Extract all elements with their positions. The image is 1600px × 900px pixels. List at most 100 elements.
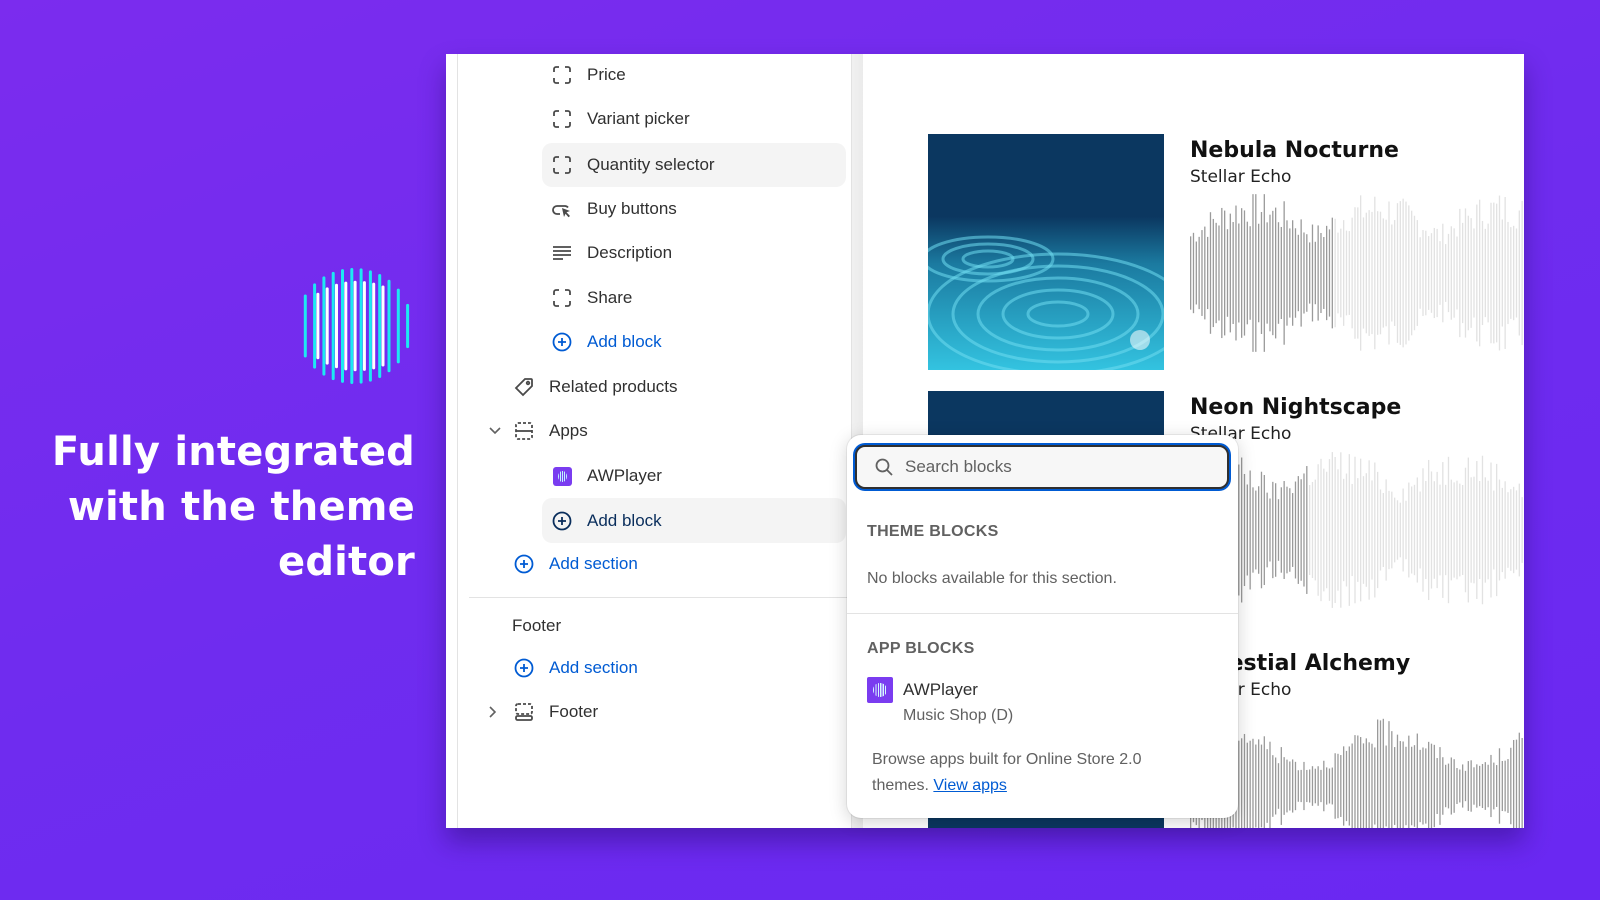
waveform-bar (1303, 761, 1305, 811)
waveform-bar (1377, 719, 1379, 828)
waveform-bar (1294, 228, 1297, 318)
waveform-bar (1260, 212, 1263, 334)
block-item-description[interactable]: Description (542, 232, 846, 274)
add-section-button[interactable]: Add section (504, 543, 844, 585)
waveform-bar (1402, 488, 1404, 572)
waveform-bar (1428, 236, 1430, 310)
album-cover (928, 134, 1164, 370)
waveform[interactable] (1190, 703, 1524, 828)
logo-bar (303, 294, 307, 358)
waveform-bar (1309, 242, 1311, 304)
waveform-bar (1238, 464, 1240, 596)
waveform-bar (1317, 225, 1319, 321)
waveform-bar (1411, 210, 1413, 336)
block-item-share[interactable]: Share (542, 277, 846, 319)
section-apps[interactable]: Apps (504, 410, 844, 452)
waveform-bar (1394, 747, 1396, 825)
browse-apps-text: Browse apps built for Online Store 2.0 t… (872, 747, 1202, 799)
waveform-bar (1445, 484, 1447, 576)
waveform-bar (1416, 733, 1418, 828)
waveform-bar (1328, 229, 1331, 317)
waveform-bar (1277, 763, 1280, 809)
waveform-bar (1351, 483, 1353, 577)
waveform-bar (1314, 479, 1316, 581)
waveform-bar (1289, 761, 1291, 811)
theme-blocks-heading: THEME BLOCKS (867, 523, 999, 540)
plus-circle-icon (513, 553, 535, 575)
waveform-bar (1249, 740, 1251, 828)
waveform-bar (1345, 230, 1348, 316)
waveform-bar (1277, 222, 1280, 324)
waveform-bar (1473, 767, 1475, 805)
block-dashed-icon (551, 108, 573, 130)
waveform-bar (1243, 733, 1246, 828)
waveform-bar (1246, 484, 1248, 576)
waveform-bar (1368, 460, 1370, 600)
apps-add-block-button[interactable]: Add block (542, 498, 846, 543)
waveform-bar (1306, 466, 1308, 594)
waveform-bar (1462, 764, 1464, 808)
waveform-bar (1501, 219, 1503, 327)
plus-circle-icon (551, 331, 573, 353)
waveform-bar (1275, 207, 1277, 339)
track-title: Neon Nightscape (1190, 395, 1402, 420)
waveform-bar (1221, 207, 1223, 339)
search-blocks-input[interactable] (905, 457, 1205, 477)
waveform-bar (1504, 197, 1506, 349)
block-item-variant-picker[interactable]: Variant picker (542, 98, 846, 140)
waveform-bar (1269, 741, 1271, 828)
waveform-bar (1320, 458, 1322, 602)
waveform-bar (1399, 741, 1401, 828)
waveform-bar (1269, 498, 1271, 562)
waveform-bar (1456, 236, 1458, 310)
text-align-icon (551, 242, 573, 264)
waveform-bar (1428, 741, 1430, 828)
waveform-bar (1467, 215, 1469, 331)
logo-bar (372, 282, 376, 370)
section-related-products[interactable]: Related products (504, 366, 844, 408)
block-item-quantity-selector[interactable]: Quantity selector (542, 143, 846, 187)
add-block-button[interactable]: Add block (542, 321, 846, 363)
waveform-bar (1459, 769, 1461, 803)
block-label: Price (587, 65, 626, 84)
waveform-bar (1309, 769, 1311, 803)
app-block-awplayer[interactable]: AWPlayer (542, 455, 846, 497)
waveform-bar (1379, 211, 1382, 335)
waveform-bar (1377, 471, 1379, 589)
view-apps-link[interactable]: View apps (933, 777, 1007, 794)
waveform-bar (1493, 490, 1495, 570)
search-field[interactable] (855, 445, 1229, 489)
logo-bar (313, 283, 317, 369)
waveform-bar (1518, 483, 1520, 577)
waveform-bar (1368, 742, 1370, 828)
chevron-down-icon[interactable] (488, 410, 502, 452)
logo-bar (406, 303, 410, 349)
chevron-right-icon[interactable] (488, 691, 502, 733)
block-item-price[interactable]: Price (542, 54, 846, 96)
logo-bar (353, 280, 357, 372)
waveform-bar (1490, 754, 1492, 818)
waveform-bar (1385, 219, 1387, 327)
waveform-bar (1391, 731, 1393, 828)
logo-bar (316, 292, 320, 360)
headline: Fully integrated with the theme editor (35, 425, 415, 590)
waveform-bar (1425, 480, 1427, 580)
waveform-bar (1269, 214, 1271, 332)
waveform[interactable] (1190, 190, 1524, 356)
block-item-buy-buttons[interactable]: Buy buttons (542, 188, 846, 230)
footer-add-section-button[interactable]: Add section (504, 647, 844, 689)
waveform-bar (1266, 222, 1268, 324)
plus-circle-icon (513, 657, 535, 679)
waveform-bar (1422, 468, 1424, 592)
waveform-bar (1510, 489, 1512, 571)
waveform-bar (1476, 204, 1478, 342)
waveform-bar (1402, 741, 1404, 828)
waveform[interactable] (1190, 447, 1524, 613)
waveform-bar (1320, 769, 1322, 803)
waveform-bar (1394, 497, 1396, 563)
section-footer[interactable]: Footer (504, 691, 844, 733)
waveform-bar (1518, 732, 1520, 828)
waveform-bar (1340, 452, 1342, 608)
waveform-bar (1283, 201, 1285, 345)
awplayer-logo-icon (303, 268, 410, 384)
